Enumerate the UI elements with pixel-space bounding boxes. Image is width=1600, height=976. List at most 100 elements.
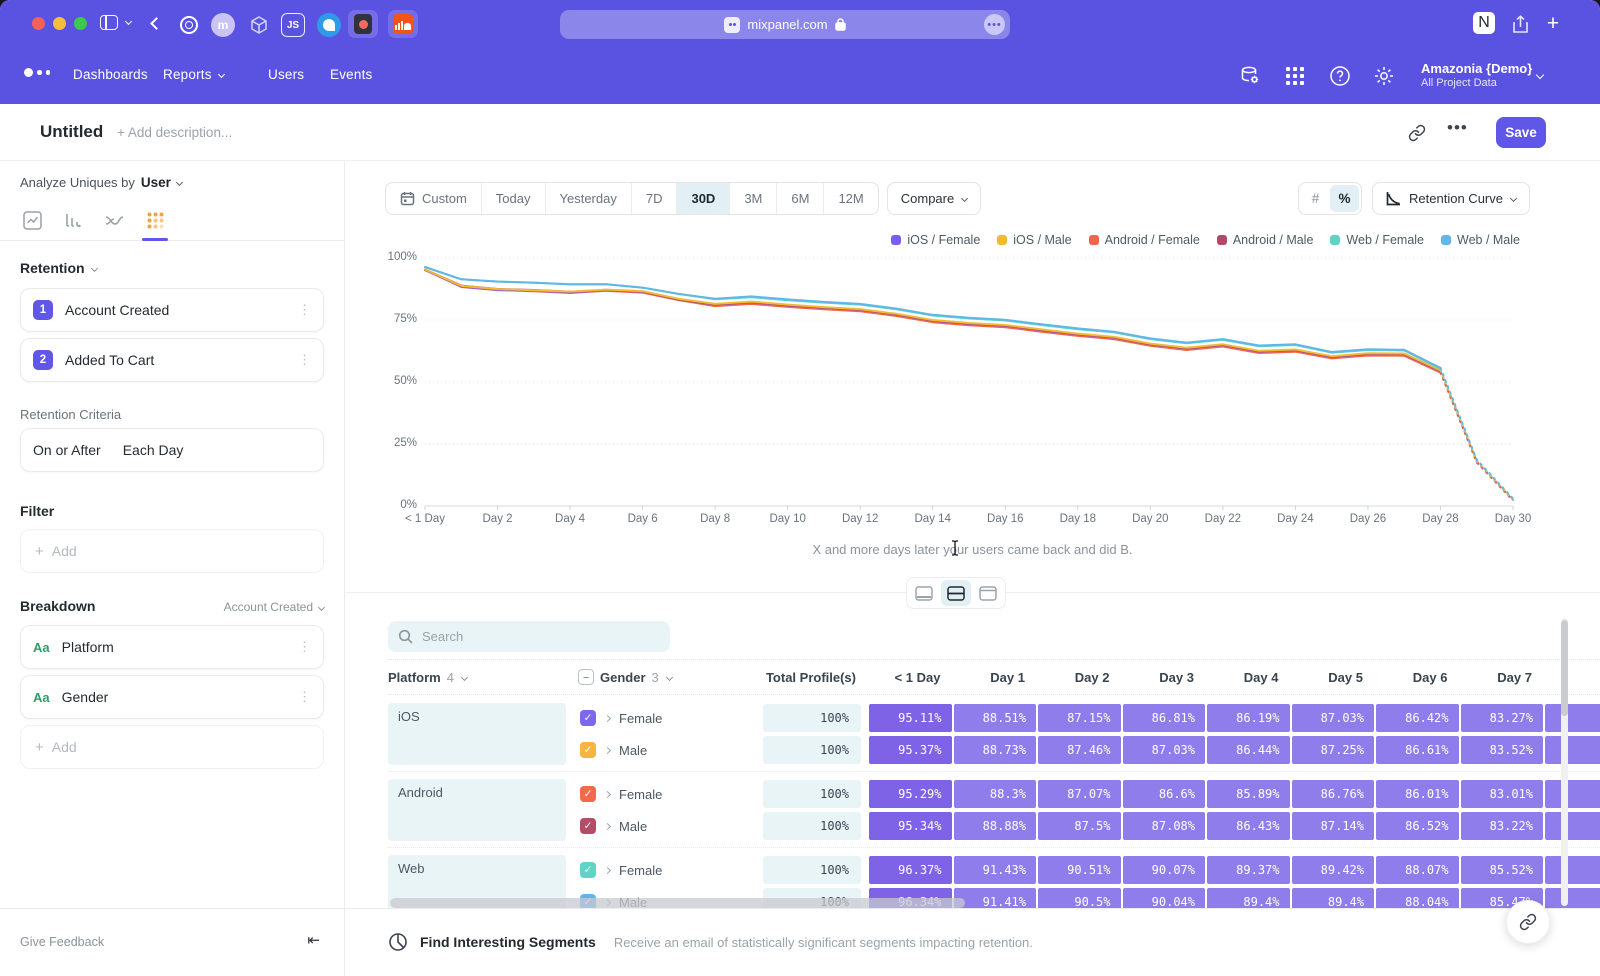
series-checkbox[interactable]: ✓ (580, 742, 596, 758)
data-management-icon[interactable] (1238, 64, 1262, 88)
table-row[interactable]: ✓Female (578, 779, 763, 809)
table-row[interactable]: ✓Female (578, 703, 763, 733)
legend-item[interactable]: Web / Female (1330, 233, 1424, 247)
horizontal-scrollbar[interactable] (390, 898, 965, 908)
criteria-mode[interactable]: On or After (33, 442, 101, 458)
table-row[interactable]: ✓Male (578, 735, 763, 765)
extension-js-icon[interactable]: JS (281, 13, 305, 37)
table-row[interactable]: ✓Male (578, 811, 763, 841)
breakdown-scope-dropdown[interactable]: Account Created (224, 600, 324, 614)
breakdown-gender[interactable]: Aa Gender ⋮ (20, 675, 324, 719)
extension-reader-icon[interactable] (348, 10, 378, 38)
segments-title[interactable]: Find Interesting Segments (420, 934, 596, 950)
page-actions-icon[interactable]: ••• (984, 14, 1005, 35)
kebab-menu-icon[interactable]: ⋮ (298, 352, 311, 368)
column-header-gender[interactable]: –Gender3 (578, 669, 763, 685)
retention-section-header[interactable]: Retention (20, 260, 97, 276)
x-tick-label: Day 4 (538, 513, 602, 525)
give-feedback-link[interactable]: Give Feedback (20, 935, 104, 949)
add-filter-button[interactable]: +Add (20, 529, 324, 573)
share-link-button[interactable] (1506, 900, 1550, 944)
legend-item[interactable]: Android / Female (1089, 233, 1200, 247)
extension-bird-icon[interactable] (317, 13, 341, 37)
new-tab-icon[interactable]: + (1541, 12, 1565, 36)
table-row[interactable]: ✓Female (578, 855, 763, 885)
chart-type-dropdown[interactable]: Retention Curve (1372, 182, 1530, 215)
more-options-icon[interactable]: ••• (1447, 118, 1468, 138)
table-search-input[interactable]: Search (388, 621, 670, 652)
report-title[interactable]: Untitled (40, 122, 103, 142)
apps-grid-icon[interactable] (1283, 64, 1307, 88)
account-switcher[interactable]: Amazonia {Demo} All Project Data (1421, 61, 1532, 91)
share-icon[interactable] (1508, 12, 1532, 36)
kebab-menu-icon[interactable]: ⋮ (298, 302, 311, 318)
retention-step-1[interactable]: 1 Account Created ⋮ (20, 288, 324, 332)
nav-users[interactable]: Users (268, 67, 304, 82)
range-option-30d[interactable]: 30D (676, 183, 729, 214)
range-option-12m[interactable]: 12M (823, 183, 877, 214)
range-option-custom[interactable]: Custom (386, 183, 481, 214)
series-checkbox[interactable]: ✓ (580, 786, 596, 802)
range-option-6m[interactable]: 6M (776, 183, 823, 214)
expand-row-icon[interactable] (604, 822, 611, 829)
copy-link-icon[interactable] (1408, 124, 1426, 142)
close-window-button[interactable] (32, 17, 45, 30)
notion-extension-icon[interactable]: N (1473, 12, 1495, 34)
zoom-window-button[interactable] (74, 17, 87, 30)
expand-row-icon[interactable] (604, 714, 611, 721)
settings-gear-icon[interactable] (1372, 64, 1396, 88)
report-description-placeholder[interactable]: + Add description... (117, 125, 232, 140)
tab-funnels-icon[interactable] (61, 208, 85, 232)
back-icon[interactable] (150, 17, 163, 30)
unit-percent-option[interactable]: % (1330, 185, 1359, 212)
compare-button[interactable]: Compare (887, 182, 981, 215)
extension-target-icon[interactable] (176, 12, 202, 38)
view-chart-only-icon[interactable] (909, 580, 939, 606)
expand-row-icon[interactable] (604, 866, 611, 873)
range-option-yesterday[interactable]: Yesterday (545, 183, 631, 214)
view-split-icon[interactable] (941, 580, 971, 606)
legend-item[interactable]: Android / Male (1217, 233, 1314, 247)
range-option-7d[interactable]: 7D (631, 183, 677, 214)
collapse-sidebar-icon[interactable]: ⇤ (307, 931, 320, 949)
tab-insights-icon[interactable] (20, 208, 44, 232)
select-all-checkbox[interactable]: – (578, 669, 594, 685)
range-option-today[interactable]: Today (481, 183, 545, 214)
tab-flows-icon[interactable] (102, 208, 126, 232)
nav-events[interactable]: Events (330, 67, 372, 82)
help-icon[interactable] (1328, 64, 1352, 88)
view-table-only-icon[interactable] (973, 580, 1003, 606)
vertical-scrollbar[interactable] (1561, 618, 1568, 906)
legend-item[interactable]: Web / Male (1441, 233, 1520, 247)
tab-retention-icon[interactable] (143, 208, 167, 232)
sidebar-toggle-icon[interactable] (100, 15, 118, 30)
minimize-window-button[interactable] (53, 17, 66, 30)
nav-reports[interactable]: Reports (163, 67, 224, 82)
add-breakdown-button[interactable]: +Add (20, 725, 324, 769)
range-option-3m[interactable]: 3M (729, 183, 776, 214)
legend-item[interactable]: iOS / Male (997, 233, 1071, 247)
retention-step-2[interactable]: 2 Added To Cart ⋮ (20, 338, 324, 382)
extension-m-avatar-icon[interactable]: m (211, 13, 235, 37)
analyze-entity-dropdown[interactable]: User (141, 175, 182, 190)
expand-row-icon[interactable] (604, 790, 611, 797)
criteria-interval[interactable]: Each Day (123, 442, 184, 458)
tab-list-chevron-icon[interactable] (125, 18, 132, 25)
legend-item[interactable]: iOS / Female (891, 233, 980, 247)
kebab-menu-icon[interactable]: ⋮ (298, 639, 311, 655)
series-checkbox[interactable]: ✓ (580, 862, 596, 878)
mixpanel-logo-icon[interactable] (24, 68, 50, 77)
retention-criteria-card[interactable]: On or After Each Day (20, 428, 324, 472)
save-button[interactable]: Save (1496, 117, 1546, 148)
column-header-platform[interactable]: Platform4 (388, 670, 578, 685)
extension-soundcloud-icon[interactable] (388, 10, 418, 38)
series-checkbox[interactable]: ✓ (580, 818, 596, 834)
breakdown-platform[interactable]: Aa Platform ⋮ (20, 625, 324, 669)
extension-cube-icon[interactable] (246, 12, 272, 38)
series-checkbox[interactable]: ✓ (580, 710, 596, 726)
address-bar[interactable]: mixpanel.com ••• (560, 10, 1010, 39)
kebab-menu-icon[interactable]: ⋮ (298, 689, 311, 705)
unit-absolute-option[interactable]: # (1301, 185, 1330, 212)
expand-row-icon[interactable] (604, 746, 611, 753)
nav-dashboards[interactable]: Dashboards (73, 67, 148, 82)
